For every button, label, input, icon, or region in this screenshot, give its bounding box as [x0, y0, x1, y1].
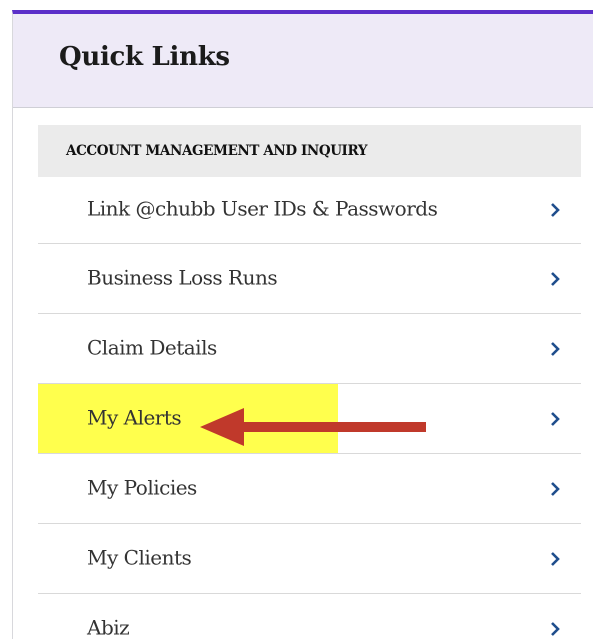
- quick-link-my-clients[interactable]: My Clients: [38, 524, 581, 594]
- quick-link-label[interactable]: My Clients: [87, 545, 192, 569]
- quick-link-business-loss-runs[interactable]: Business Loss Runs: [38, 244, 581, 314]
- quick-link-label[interactable]: Link @chubb User IDs & Passwords: [87, 197, 438, 221]
- quick-link-user-ids-passwords[interactable]: Link @chubb User IDs & Passwords: [38, 177, 581, 244]
- quick-links-panel: Quick Links ACCOUNT MANAGEMENT AND INQUI…: [12, 10, 593, 639]
- section-header: ACCOUNT MANAGEMENT AND INQUIRY: [38, 125, 581, 177]
- quick-link-abiz[interactable]: Abiz: [38, 594, 581, 639]
- quick-link-label[interactable]: My Policies: [87, 475, 197, 499]
- chevron-right-icon[interactable]: [549, 551, 561, 567]
- quick-link-my-policies[interactable]: My Policies: [38, 454, 581, 524]
- panel-title: Quick Links: [59, 42, 230, 72]
- quick-link-label[interactable]: Claim Details: [87, 335, 217, 359]
- quick-link-label[interactable]: My Alerts: [87, 405, 182, 429]
- red-arrow-annotation-icon: [200, 408, 426, 446]
- chevron-right-icon[interactable]: [549, 621, 561, 637]
- quick-link-label[interactable]: Business Loss Runs: [87, 265, 278, 289]
- chevron-right-icon[interactable]: [549, 411, 561, 427]
- chevron-right-icon[interactable]: [549, 341, 561, 357]
- quick-links-list: Link @chubb User IDs & Passwords Busines…: [38, 177, 581, 639]
- quick-link-claim-details[interactable]: Claim Details: [38, 314, 581, 384]
- chevron-right-icon[interactable]: [549, 481, 561, 497]
- chevron-right-icon[interactable]: [549, 202, 561, 218]
- section-label: ACCOUNT MANAGEMENT AND INQUIRY: [66, 143, 368, 159]
- panel-header: Quick Links: [13, 14, 593, 108]
- quick-link-label[interactable]: Abiz: [87, 616, 130, 639]
- quick-link-my-alerts[interactable]: My Alerts: [38, 384, 581, 454]
- chevron-right-icon[interactable]: [549, 271, 561, 287]
